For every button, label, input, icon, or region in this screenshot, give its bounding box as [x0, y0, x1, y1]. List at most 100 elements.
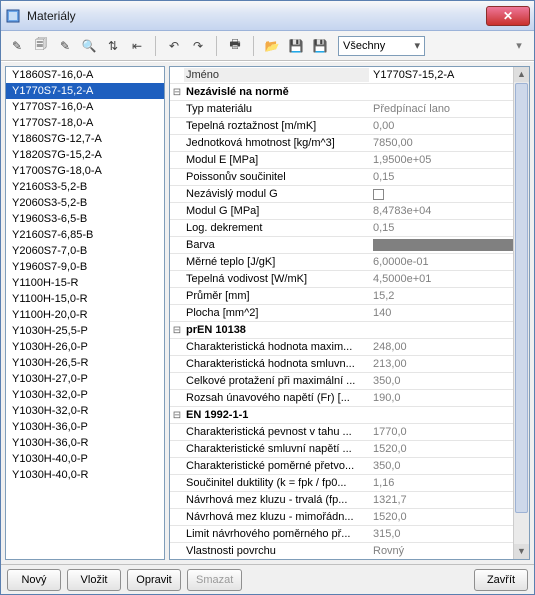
list-item[interactable]: Y1030H-40,0-P — [6, 451, 164, 467]
list-item[interactable]: Y1860S7-16,0-A — [6, 67, 164, 83]
prop-row: Návrhová mez kluzu - trvalá (fp...1321,7 — [170, 492, 529, 509]
prop-value[interactable]: 1321,7 — [369, 493, 529, 507]
prop-value[interactable]: 0,15 — [369, 221, 529, 235]
prop-row: Charakteristické smluvní napětí ...1520,… — [170, 441, 529, 458]
list-item[interactable]: Y1030H-36,0-R — [6, 435, 164, 451]
prop-value[interactable]: 350,0 — [369, 459, 529, 473]
toolbar-icon-3[interactable]: ✎ — [55, 36, 75, 56]
toolbar-icon-5[interactable]: ⇅ — [103, 36, 123, 56]
print-icon[interactable]: 🖶 — [225, 36, 245, 56]
prop-row: Log. dekrement0,15 — [170, 220, 529, 237]
new-button[interactable]: Nový — [7, 569, 61, 591]
prop-value[interactable]: 190,0 — [369, 391, 529, 405]
list-item[interactable]: Y1820S7G-15,2-A — [6, 147, 164, 163]
prop-value[interactable]: 1,16 — [369, 476, 529, 490]
list-item[interactable]: Y1030H-40,0-R — [6, 467, 164, 483]
redo-icon[interactable]: ↷ — [188, 36, 208, 56]
prop-row: Charakteristická hodnota maxim...248,00 — [170, 339, 529, 356]
list-item[interactable]: Y1960S3-6,5-B — [6, 211, 164, 227]
toolbar-icon-1[interactable]: ✎ — [7, 36, 27, 56]
funnel-icon[interactable]: ▾ — [510, 39, 528, 52]
scroll-up-icon[interactable]: ▲ — [514, 67, 529, 82]
list-item[interactable]: Y1030H-26,0-P — [6, 339, 164, 355]
prop-value[interactable]: 8,4783e+04 — [369, 204, 529, 218]
list-item[interactable]: Y2160S3-5,2-B — [6, 179, 164, 195]
filter-combo-value: Všechny — [343, 40, 385, 52]
list-item[interactable]: Y1030H-32,0-P — [6, 387, 164, 403]
list-item[interactable]: Y1700S7G-18,0-A — [6, 163, 164, 179]
prop-value[interactable]: 248,00 — [369, 340, 529, 354]
list-item[interactable]: Y2060S7-7,0-B — [6, 243, 164, 259]
list-item[interactable]: Y1770S7-15,2-A — [6, 83, 164, 99]
list-item[interactable]: Y1030H-36,0-P — [6, 419, 164, 435]
save-icon[interactable]: 💾 — [286, 36, 306, 56]
prop-value[interactable] — [369, 237, 529, 253]
prop-name: Modul G [MPa] — [184, 204, 369, 218]
list-item[interactable]: Y2060S3-5,2-B — [6, 195, 164, 211]
filter-combo[interactable]: Všechny — [338, 36, 425, 56]
insert-button[interactable]: Vložit — [67, 569, 121, 591]
expand-toggle[interactable]: ⊟ — [170, 325, 184, 336]
color-swatch[interactable] — [373, 239, 525, 251]
list-item[interactable]: Y1960S7-9,0-B — [6, 259, 164, 275]
list-item[interactable]: Y1770S7-16,0-A — [6, 99, 164, 115]
checkbox-icon[interactable] — [373, 189, 384, 200]
toolbar-icon-2[interactable]: 🗐 — [31, 36, 51, 56]
close-button[interactable]: Zavřít — [474, 569, 528, 591]
prop-row: Plocha [mm^2]140 — [170, 305, 529, 322]
expand-toggle[interactable]: ⊟ — [170, 87, 184, 98]
list-item[interactable]: Y1100H-20,0-R — [6, 307, 164, 323]
prop-header-val[interactable]: Y1770S7-15,2-A — [369, 68, 529, 82]
material-list[interactable]: Y1860S7-16,0-AY1770S7-15,2-AY1770S7-16,0… — [5, 66, 165, 560]
scroll-thumb[interactable] — [515, 83, 528, 513]
prop-row: Vlastnosti povrchuRovný — [170, 543, 529, 559]
prop-name: prEN 10138 — [184, 323, 369, 337]
prop-name: Modul E [MPa] — [184, 153, 369, 167]
expand-toggle[interactable]: ⊟ — [170, 410, 184, 421]
prop-value[interactable]: 350,0 — [369, 374, 529, 388]
toolbar-find-icon[interactable]: 🔍 — [79, 36, 99, 56]
prop-name: Rozsah únavového napětí (Fr) [... — [184, 391, 369, 405]
window-title: Materiály — [27, 9, 486, 23]
open-icon[interactable]: 📂 — [262, 36, 282, 56]
close-window-button[interactable]: ✕ — [486, 6, 530, 26]
list-item[interactable]: Y1030H-27,0-P — [6, 371, 164, 387]
prop-value[interactable]: Předpínací lano — [369, 102, 529, 116]
prop-value[interactable]: 15,2 — [369, 289, 529, 303]
list-item[interactable]: Y1030H-25,5-P — [6, 323, 164, 339]
list-item[interactable]: Y1100H-15-R — [6, 275, 164, 291]
prop-value[interactable]: 0,00 — [369, 119, 529, 133]
prop-row: Poissonův součinitel0,15 — [170, 169, 529, 186]
toolbar-icon-6[interactable]: ⇤ — [127, 36, 147, 56]
prop-value[interactable]: 315,0 — [369, 527, 529, 541]
prop-value[interactable]: 1770,0 — [369, 425, 529, 439]
prop-row: Limit návrhového poměrného př...315,0 — [170, 526, 529, 543]
list-item[interactable]: Y1100H-15,0-R — [6, 291, 164, 307]
list-item[interactable]: Y1030H-26,5-R — [6, 355, 164, 371]
list-item[interactable]: Y2160S7-6,85-B — [6, 227, 164, 243]
prop-value[interactable]: 1520,0 — [369, 442, 529, 456]
list-item[interactable]: Y1860S7G-12,7-A — [6, 131, 164, 147]
prop-value[interactable]: 140 — [369, 306, 529, 320]
prop-value[interactable]: 1,9500e+05 — [369, 153, 529, 167]
scroll-down-icon[interactable]: ▼ — [514, 544, 529, 559]
prop-value[interactable]: 1520,0 — [369, 510, 529, 524]
toolbar: ✎ 🗐 ✎ 🔍 ⇅ ⇤ ↶ ↷ 🖶 📂 💾 💾 Všechny ▾ — [1, 31, 534, 61]
prop-value[interactable]: 213,00 — [369, 357, 529, 371]
prop-row: Jednotková hmotnost [kg/m^3]7850,00 — [170, 135, 529, 152]
delete-button[interactable]: Smazat — [187, 569, 242, 591]
prop-value[interactable]: 0,15 — [369, 170, 529, 184]
toolbar-separator — [216, 36, 217, 56]
prop-value[interactable]: 6,0000e-01 — [369, 255, 529, 269]
undo-icon[interactable]: ↶ — [164, 36, 184, 56]
prop-value[interactable]: Rovný — [369, 544, 529, 558]
save-as-icon[interactable]: 💾 — [310, 36, 330, 56]
prop-value[interactable]: 4,5000e+01 — [369, 272, 529, 286]
prop-value[interactable] — [369, 188, 529, 201]
list-item[interactable]: Y1030H-32,0-R — [6, 403, 164, 419]
prop-name: Průměr [mm] — [184, 289, 369, 303]
list-item[interactable]: Y1770S7-18,0-A — [6, 115, 164, 131]
scrollbar[interactable]: ▲ ▼ — [513, 67, 529, 559]
prop-value[interactable]: 7850,00 — [369, 136, 529, 150]
edit-button[interactable]: Opravit — [127, 569, 181, 591]
